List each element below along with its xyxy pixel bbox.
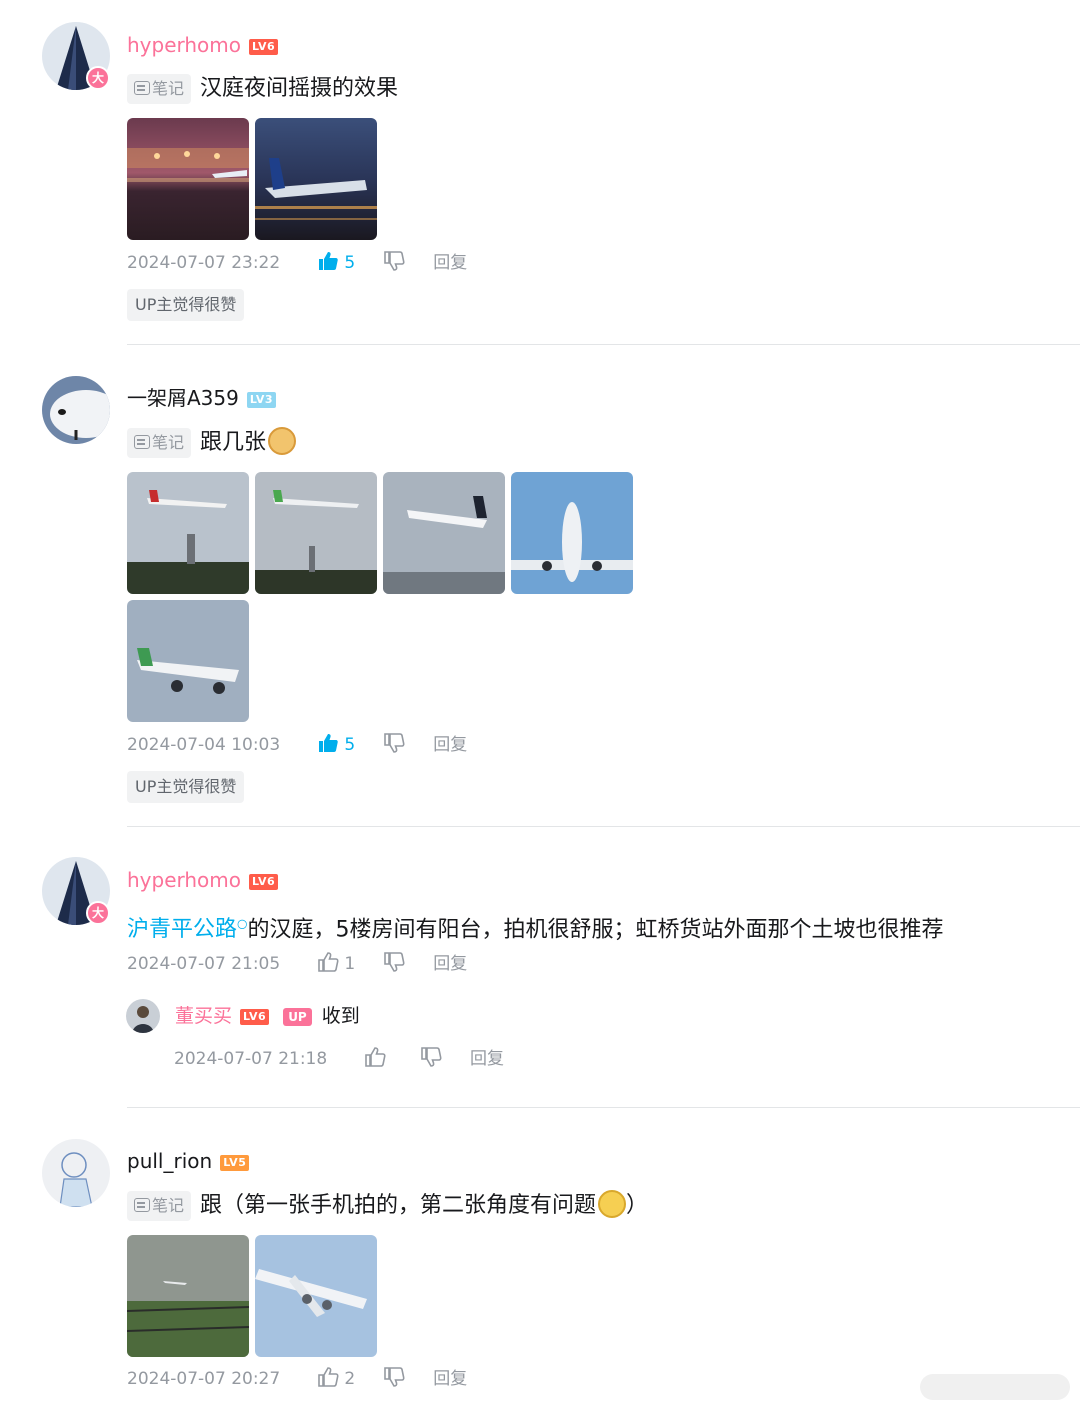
reply-button[interactable]: 回复 [470, 1047, 504, 1071]
comment-content: 笔记 跟（第一张手机拍的，第二张角度有问题 ） [127, 1190, 648, 1221]
comment-content: 笔记 跟几张 [127, 427, 297, 458]
avatar-badge: 大 [86, 66, 110, 90]
comment-content: 沪青平公路○的汉庭，5楼房间有阳台，拍机很舒服；虹桥货站外面那个土坡也很推荐 [127, 909, 944, 945]
note-icon [134, 1198, 150, 1212]
thumbs-up-icon [365, 1047, 386, 1067]
avatar[interactable] [42, 1139, 110, 1207]
doge-emoji-icon [268, 427, 297, 455]
spring-airlines-approach-photo[interactable] [255, 472, 377, 594]
a350-underside-photo[interactable] [511, 472, 633, 594]
note-tag[interactable]: 笔记 [127, 74, 192, 104]
level-badge: LV6 [249, 873, 279, 890]
comment-text: 跟（第一张手机拍的，第二张角度有问题 [200, 1193, 597, 1218]
like-count: 5 [344, 735, 356, 755]
timestamp: 2024-07-07 23:22 [127, 253, 281, 273]
thumbs-down-icon [384, 733, 405, 753]
like-button[interactable]: 5 [317, 732, 355, 757]
level-badge: LV6 [249, 38, 279, 55]
like-button[interactable]: 2 [317, 1366, 355, 1391]
reply-button[interactable]: 回复 [433, 1367, 467, 1391]
like-button[interactable]: 1 [317, 951, 355, 976]
thumbs-up-icon [319, 734, 338, 752]
reply-button[interactable]: 回复 [433, 251, 467, 275]
username[interactable]: hyperhomo LV6 [127, 867, 279, 893]
timestamp: 2024-07-07 21:05 [127, 954, 281, 974]
up-liked-tag: UP主觉得很赞 [127, 289, 245, 321]
avatar-badge: 大 [86, 901, 110, 925]
green-tail-airliner-photo[interactable] [127, 600, 249, 722]
username-text[interactable]: 一架屑A359 [127, 386, 239, 410]
comment-meta: 2024-07-07 20:27 2 回复 [127, 1366, 467, 1391]
dislike-button[interactable] [383, 1366, 405, 1391]
sub-reply-text: 收到 [321, 1005, 360, 1027]
comment-meta: 2024-07-04 10:03 5 回复 [127, 732, 467, 757]
thumbs-up-icon [319, 252, 338, 270]
note-icon [134, 81, 150, 95]
reply-button[interactable]: 回复 [433, 952, 467, 976]
dislike-button[interactable] [420, 1046, 442, 1071]
comment-meta: 2024-07-07 21:05 1 回复 [127, 951, 467, 976]
comment-text: 的汉庭，5楼房间有阳台，拍机很舒服；虹桥货站外面那个土坡也很推荐 [247, 917, 944, 943]
night-taxiing-airliner-photo[interactable] [255, 118, 377, 240]
divider [127, 1107, 1080, 1108]
thumbs-down-icon [421, 1047, 442, 1067]
sub-reply-username[interactable]: 董买买 [175, 1005, 232, 1027]
level-badge: LV5 [220, 1154, 250, 1171]
username-text[interactable]: hyperhomo [127, 33, 241, 57]
reply-button[interactable]: 回复 [433, 733, 467, 757]
up-badge: UP [283, 1007, 312, 1026]
laughing-crying-emoji-icon [598, 1190, 627, 1218]
dislike-button[interactable] [383, 951, 405, 976]
watermark-overlay [920, 1374, 1070, 1400]
search-icon: ○ [237, 917, 248, 931]
comment-content: 笔记 汉庭夜间摇摄的效果 [127, 74, 398, 104]
night-airport-terminal-photo[interactable] [127, 118, 249, 240]
note-tag[interactable]: 笔记 [127, 428, 192, 458]
username-text[interactable]: pull_rion [127, 1149, 212, 1173]
comment-text: 汉庭夜间摇摄的效果 [200, 76, 399, 101]
comment-meta: 2024-07-07 23:22 5 回复 [127, 250, 467, 275]
dislike-button[interactable] [383, 732, 405, 757]
like-count: 1 [344, 954, 356, 974]
timestamp: 2024-07-07 20:27 [127, 1369, 281, 1389]
timestamp: 2024-07-04 10:03 [127, 735, 281, 755]
topic-link[interactable]: 沪青平公路○ [127, 917, 248, 942]
level-badge: LV6 [240, 1008, 270, 1025]
thumbs-up-icon [318, 952, 339, 972]
thumbs-down-icon [384, 952, 405, 972]
like-count: 2 [344, 1369, 356, 1389]
level-badge: LV3 [246, 391, 277, 408]
star-alliance-approach-photo[interactable] [383, 472, 505, 594]
like-button[interactable] [364, 1046, 386, 1071]
username[interactable]: pull_rion LV5 [127, 1148, 250, 1174]
divider [127, 344, 1080, 345]
note-tag[interactable]: 笔记 [127, 1191, 192, 1221]
thumbs-down-icon [384, 1367, 405, 1387]
up-liked-tag: UP主觉得很赞 [127, 771, 245, 803]
sub-reply-line: 董买买 LV6 UP 收到 [175, 1003, 360, 1029]
like-count: 5 [344, 253, 356, 273]
comment-text: 跟几张 [200, 430, 267, 455]
like-button[interactable]: 5 [317, 250, 355, 275]
username[interactable]: 一架屑A359 LV3 [127, 385, 277, 411]
comment-text-end: ） [626, 1193, 649, 1218]
shanghai-airlines-approach-photo[interactable] [127, 472, 249, 594]
rainy-runway-photo[interactable] [127, 1235, 249, 1357]
username-text[interactable]: hyperhomo [127, 868, 241, 892]
thumbs-up-icon [318, 1367, 339, 1387]
sub-reply-meta: 2024-07-07 21:18 回复 [174, 1046, 504, 1071]
dislike-button[interactable] [383, 250, 405, 275]
username[interactable]: hyperhomo LV6 [127, 32, 279, 58]
timestamp: 2024-07-07 21:18 [174, 1049, 328, 1069]
divider [127, 826, 1080, 827]
sub-reply-avatar[interactable] [126, 999, 160, 1033]
note-icon [134, 435, 150, 449]
thumbs-down-icon [384, 251, 405, 271]
a380-underside-photo[interactable] [255, 1235, 377, 1357]
avatar[interactable] [42, 376, 110, 444]
